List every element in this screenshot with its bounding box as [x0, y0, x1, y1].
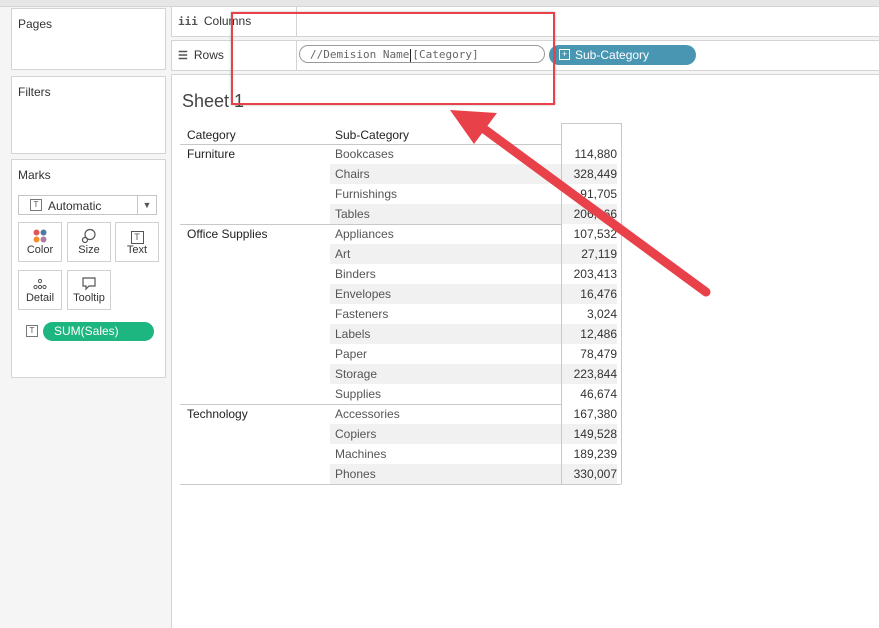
table-row: Tables [330, 204, 561, 224]
sales-value-cell: 27,119 [562, 244, 617, 264]
header-value-top-border [561, 123, 621, 124]
marks-title: Marks [18, 168, 51, 182]
rows-icon: ☰ [178, 48, 188, 62]
chevron-down-icon[interactable]: ▼ [137, 196, 156, 214]
expand-plus-icon[interactable]: + [559, 49, 570, 61]
text-mark-icon: T [26, 325, 38, 337]
tooltip-label: Tooltip [73, 292, 105, 304]
table-row: Accessories [330, 404, 561, 424]
size-icon [68, 228, 110, 244]
table-row: Paper [330, 344, 561, 364]
table-bottom-border [180, 484, 621, 485]
sales-value-cell: 91,705 [580, 187, 617, 201]
table-row: Copiers [330, 424, 561, 444]
detail-icon [19, 276, 61, 292]
text-mark-icon: T [30, 199, 42, 211]
sub-category-cell: Labels [335, 327, 371, 341]
sub-category-cell: Chairs [335, 167, 370, 181]
table-row: Furnishings [330, 184, 561, 204]
header-sub-category: Sub-Category [335, 128, 410, 142]
sub-category-cell: Art [335, 247, 351, 261]
sales-value-cell: 3,024 [586, 307, 617, 321]
table-row: Storage [330, 364, 561, 384]
detail-label: Detail [25, 292, 55, 304]
header-category: Category [187, 128, 236, 142]
sales-value-cell: 16,476 [562, 284, 617, 304]
sub-category-cell: Bookcases [335, 147, 394, 161]
filters-title: Filters [18, 85, 51, 99]
sub-category-pill[interactable]: + Sub-Category [549, 45, 696, 65]
filters-card: Filters [11, 76, 166, 154]
category-cell: Technology [187, 407, 248, 421]
sub-category-cell: Machines [335, 447, 387, 461]
detail-button[interactable]: Detail [18, 270, 62, 310]
sales-value-cell: 149,528 [562, 424, 617, 444]
sales-value-cell: 203,413 [573, 267, 617, 281]
sales-value-cell: 167,380 [573, 407, 617, 421]
sub-category-cell: Envelopes [335, 287, 392, 301]
sub-category-cell: Copiers [335, 427, 377, 441]
size-label: Size [78, 244, 100, 256]
sub-category-cell: Storage [335, 367, 378, 381]
sub-category-cell: Accessories [335, 407, 400, 421]
rows-shelf-label: ☰ Rows [178, 48, 224, 62]
sales-value-cell: 206,966 [562, 204, 617, 224]
table-row: Bookcases [330, 144, 561, 164]
marks-card: Marks [11, 159, 166, 378]
sub-category-cell: Furnishings [335, 187, 398, 201]
sum-sales-pill[interactable]: SUM(Sales) [43, 322, 154, 341]
table-row: Fasteners [330, 304, 561, 324]
sales-value-cell: 78,479 [580, 347, 617, 361]
text-label: Text [126, 244, 148, 256]
sales-value-cell: 330,007 [562, 464, 617, 484]
value-column-right-border [621, 123, 622, 484]
sub-category-cell: Fasteners [335, 307, 389, 321]
table-row: Labels [330, 324, 561, 344]
size-button[interactable]: Size [67, 222, 111, 262]
sales-value-cell: 223,844 [562, 364, 617, 384]
sales-value-cell: 328,449 [562, 164, 617, 184]
sales-value-cell: 189,239 [573, 447, 617, 461]
pages-title: Pages [18, 17, 53, 31]
sub-category-cell: Paper [335, 347, 368, 361]
table-row: Supplies [330, 384, 561, 404]
rows-label: Rows [193, 48, 224, 62]
sub-category-cell: Supplies [335, 387, 382, 401]
annotation-highlight-box [231, 12, 555, 105]
sales-value-cell: 46,674 [580, 387, 617, 401]
category-cell: Furniture [187, 147, 236, 161]
columns-icon: iii [178, 14, 198, 28]
sales-value-cell: 114,880 [574, 147, 618, 161]
table-row: Art [330, 244, 561, 264]
text-button[interactable]: T Text [115, 222, 159, 262]
table-row: Binders [330, 264, 561, 284]
sales-value-cell: 12,486 [562, 324, 617, 344]
pages-card: Pages [11, 8, 166, 70]
table-row: Envelopes [330, 284, 561, 304]
mark-type-dropdown[interactable]: T Automatic ▼ [18, 195, 157, 215]
sub-category-cell: Tables [335, 207, 370, 221]
table-row: Chairs [330, 164, 561, 184]
color-button[interactable]: Color [18, 222, 62, 262]
sub-category-cell: Phones [335, 467, 376, 481]
color-label: Color [26, 244, 54, 256]
sub-category-pill-label: Sub-Category [575, 48, 650, 62]
value-column-left-border [561, 123, 562, 484]
mark-type-label: Automatic [48, 199, 102, 213]
table-row: Machines [330, 444, 561, 464]
sub-category-cell: Binders [335, 267, 376, 281]
tooltip-icon [68, 276, 110, 292]
color-icon [19, 228, 61, 244]
tooltip-button[interactable]: Tooltip [67, 270, 111, 310]
table-row: Appliances [330, 224, 561, 244]
table-row: Phones [330, 464, 561, 484]
text-icon: T [116, 228, 158, 244]
category-cell: Office Supplies [187, 227, 268, 241]
sales-value-cell: 107,532 [573, 227, 617, 241]
sub-category-cell: Appliances [335, 227, 394, 241]
